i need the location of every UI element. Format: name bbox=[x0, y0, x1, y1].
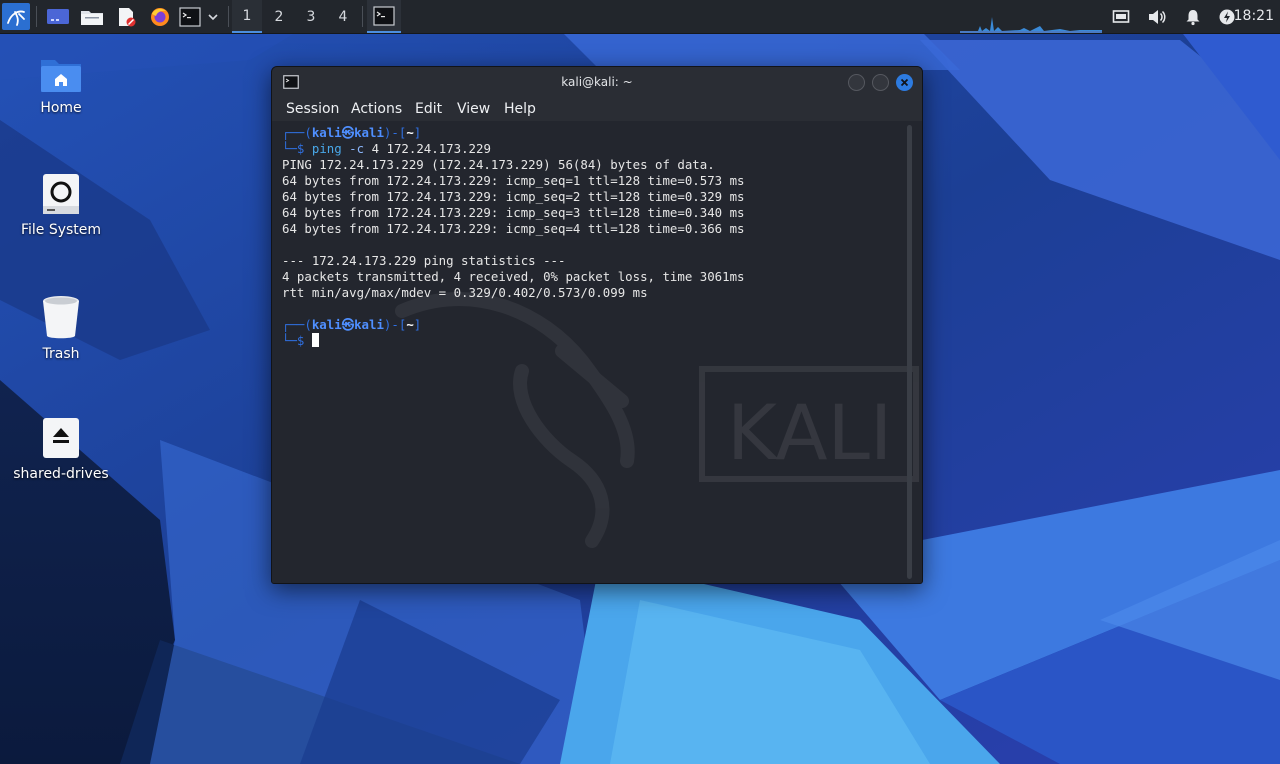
prompt-frame: ] bbox=[413, 317, 422, 332]
kali-menu-button[interactable] bbox=[2, 3, 30, 30]
terminal-text: ┌──(kali㉿kali)-[~] └─$ ping -c 4 172.24.… bbox=[282, 125, 745, 349]
output-line: 64 bytes from 172.24.173.229: icmp_seq=2… bbox=[282, 189, 745, 204]
terminal-icon bbox=[179, 6, 201, 27]
output-line: 64 bytes from 172.24.173.229: icmp_seq=1… bbox=[282, 173, 745, 188]
terminal-icon bbox=[373, 5, 395, 26]
file-manager-button[interactable] bbox=[78, 3, 106, 30]
desktop-icon-home[interactable]: Home bbox=[6, 54, 116, 116]
prompt-at: ㉿ bbox=[341, 125, 355, 140]
notifications-button[interactable] bbox=[1180, 3, 1206, 30]
desktop-icon-label: shared-drives bbox=[13, 466, 109, 482]
terminal-window[interactable]: kali@kali: ~ Session Actions Edit View H… bbox=[271, 66, 923, 584]
prompt-user: kali bbox=[311, 317, 342, 332]
panel-separator bbox=[228, 6, 229, 27]
close-icon bbox=[900, 78, 909, 87]
kali-dragon-icon bbox=[7, 10, 25, 26]
close-button[interactable] bbox=[896, 74, 913, 91]
menu-edit[interactable]: Edit bbox=[415, 97, 442, 121]
kali-watermark-text: KALI bbox=[727, 388, 892, 477]
prompt-frame: ┌──( bbox=[282, 125, 312, 140]
prompt-user: kali bbox=[311, 125, 342, 140]
prompt-frame: └─$ bbox=[282, 333, 305, 348]
desktop-icon bbox=[47, 8, 69, 24]
firefox-icon bbox=[151, 7, 169, 26]
prompt-frame: ┌──( bbox=[282, 317, 312, 332]
desktop-icon-label: Home bbox=[40, 100, 82, 116]
prompt-frame: )-[ bbox=[383, 317, 407, 332]
prompt-frame: ] bbox=[413, 125, 422, 140]
output-line: rtt min/avg/max/mdev = 0.329/0.402/0.573… bbox=[282, 285, 648, 300]
chevron-down-icon bbox=[208, 13, 218, 20]
prompt-dir: ~ bbox=[406, 125, 414, 140]
desktop-icon-file-system[interactable]: File System bbox=[6, 172, 116, 238]
menu-view[interactable]: View bbox=[457, 97, 490, 121]
panel-separator bbox=[362, 6, 363, 27]
menu-bar: Session Actions Edit View Help bbox=[272, 97, 922, 121]
workspace-2[interactable]: 2 bbox=[264, 0, 294, 33]
prompt-frame: )-[ bbox=[383, 125, 407, 140]
output-line: 64 bytes from 172.24.173.229: icmp_seq=3… bbox=[282, 205, 745, 220]
command-args: 4 172.24.173.229 bbox=[371, 141, 491, 156]
terminal-launcher-dropdown[interactable] bbox=[204, 3, 222, 30]
prompt-dir: ~ bbox=[406, 317, 414, 332]
volume-button[interactable] bbox=[1144, 3, 1170, 30]
workspace-1[interactable]: 1 bbox=[232, 0, 262, 33]
output-line: 64 bytes from 172.24.173.229: icmp_seq=4… bbox=[282, 221, 745, 236]
command-flag: -c bbox=[349, 141, 365, 156]
trash-icon bbox=[43, 296, 79, 339]
desktop-icon-trash[interactable]: Trash bbox=[6, 294, 116, 362]
folder-icon bbox=[81, 10, 103, 25]
workspace-3[interactable]: 3 bbox=[296, 0, 326, 33]
screen-icon bbox=[1112, 9, 1130, 23]
clock[interactable]: 18:21 bbox=[1234, 0, 1274, 33]
display-settings-button[interactable] bbox=[1108, 3, 1134, 30]
removable-drive-icon bbox=[43, 418, 79, 458]
prompt-host: kali bbox=[354, 317, 384, 332]
window-titlebar[interactable]: kali@kali: ~ bbox=[272, 67, 922, 97]
text-cursor bbox=[311, 333, 319, 347]
show-desktop-button[interactable] bbox=[44, 3, 72, 30]
output-line: --- 172.24.173.229 ping statistics --- bbox=[282, 253, 566, 268]
network-activity-graph bbox=[960, 17, 1102, 33]
text-editor-icon bbox=[119, 7, 136, 26]
home-folder-icon bbox=[41, 60, 81, 92]
desktop-icon-label: File System bbox=[20, 222, 102, 238]
top-panel: 1 2 3 4 18:21 bbox=[0, 0, 1280, 33]
prompt-host: kali bbox=[354, 125, 384, 140]
panel-separator bbox=[36, 6, 37, 27]
menu-actions[interactable]: Actions bbox=[351, 97, 402, 121]
workspace-4[interactable]: 4 bbox=[328, 0, 358, 33]
output-line: PING 172.24.173.229 (172.24.173.229) 56(… bbox=[282, 157, 715, 172]
command-binary: ping bbox=[311, 141, 342, 156]
taskbar-terminal-window[interactable] bbox=[367, 0, 401, 33]
menu-help[interactable]: Help bbox=[504, 97, 536, 121]
firefox-button[interactable] bbox=[146, 3, 174, 30]
text-editor-button[interactable] bbox=[112, 3, 140, 30]
prompt-at: ㉿ bbox=[341, 317, 355, 332]
output-line: 4 packets transmitted, 4 received, 0% pa… bbox=[282, 269, 745, 284]
maximize-button[interactable] bbox=[872, 74, 889, 91]
terminal-output-area[interactable]: KALI ┌──(kali㉿kali)-[~] └─$ ping -c 4 17… bbox=[272, 121, 922, 583]
terminal-launcher-button[interactable] bbox=[178, 3, 202, 30]
scrollbar[interactable] bbox=[907, 125, 912, 579]
bell-icon bbox=[1186, 9, 1200, 25]
desktop-icon-shared-drives[interactable]: shared-drives bbox=[6, 416, 116, 482]
minimize-button[interactable] bbox=[848, 74, 865, 91]
speaker-icon bbox=[1149, 9, 1166, 24]
drive-icon bbox=[43, 174, 79, 214]
desktop-icon-label: Trash bbox=[42, 346, 80, 362]
menu-session[interactable]: Session bbox=[286, 97, 339, 121]
window-title: kali@kali: ~ bbox=[561, 75, 633, 89]
prompt-frame: └─$ bbox=[282, 141, 305, 156]
